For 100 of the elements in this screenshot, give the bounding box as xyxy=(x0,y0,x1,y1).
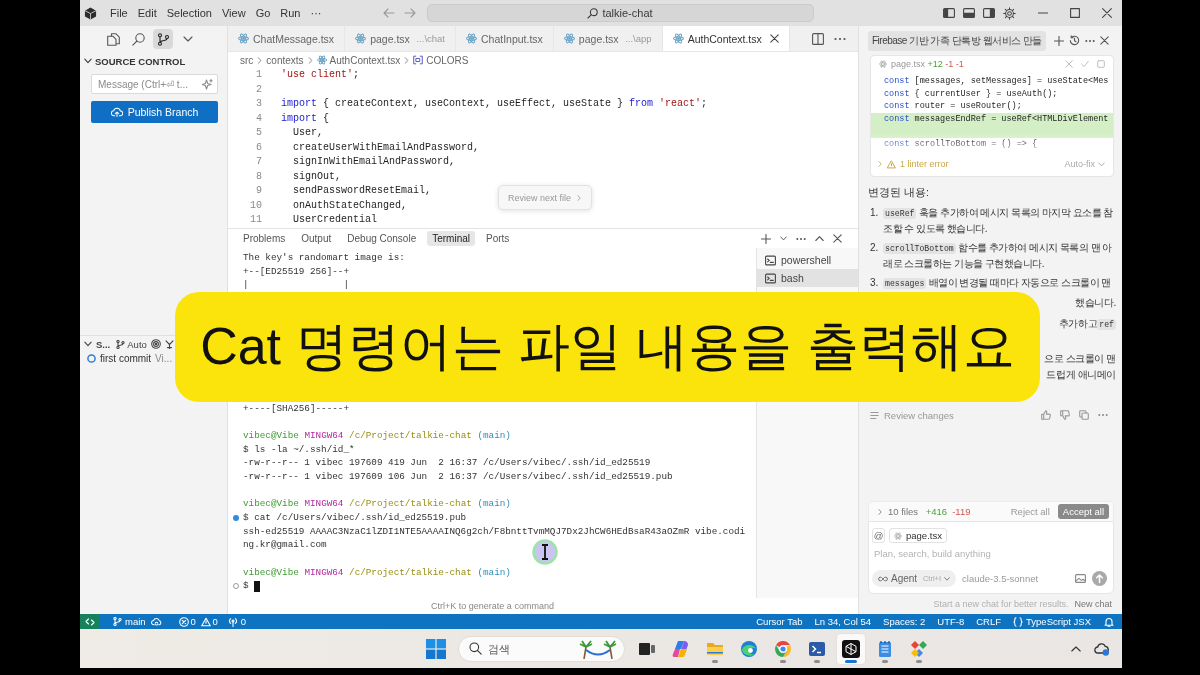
mention-button[interactable]: @ xyxy=(872,528,885,543)
list-number: 2. xyxy=(869,241,880,255)
menu-item[interactable]: View xyxy=(216,5,251,21)
status-item[interactable]: CRLF xyxy=(971,616,1007,627)
close-icon[interactable] xyxy=(1102,8,1112,18)
menu-item[interactable]: Run xyxy=(275,5,306,21)
code-line: sendPasswordResetEmail, xyxy=(292,184,432,198)
ports-status[interactable]: 0 xyxy=(222,616,252,627)
commit-message-field[interactable]: Message (Ctrl+⏎ t... xyxy=(91,74,218,94)
status-item[interactable]: Ln 34, Col 54 xyxy=(809,616,877,627)
panel-tab[interactable]: Debug Console xyxy=(342,231,422,246)
search-field[interactable]: talkie-chat xyxy=(426,4,814,22)
history-icon[interactable] xyxy=(1068,35,1080,46)
status-item[interactable]: Cursor Tab xyxy=(751,616,808,627)
editor-tab[interactable]: ChatInput.tsx xyxy=(456,26,554,51)
close-icon[interactable] xyxy=(769,34,779,43)
fork-icon[interactable] xyxy=(164,339,174,349)
bell-icon[interactable] xyxy=(1104,616,1114,627)
command-pending-circle-icon[interactable] xyxy=(232,583,239,590)
menu-item[interactable]: Go xyxy=(250,5,276,21)
list-item-text: 으로 스크롤이 맨 xyxy=(1044,353,1116,364)
panel-toggle-icon[interactable] xyxy=(963,7,975,19)
cloud-sync-icon[interactable] xyxy=(150,616,162,627)
shell-list-item[interactable]: bash xyxy=(757,269,858,287)
status-item[interactable]: UTF-8 xyxy=(932,616,970,627)
menu-item[interactable]: File xyxy=(105,5,133,21)
changed-files-toggle[interactable]: 10 files +416 -119 xyxy=(877,506,971,517)
maximize-icon[interactable] xyxy=(1070,8,1080,18)
breadcrumb-item[interactable]: src xyxy=(240,54,254,66)
atom-icon xyxy=(563,33,575,44)
new-chat-link[interactable]: New chat xyxy=(1074,599,1112,609)
settings-icon[interactable] xyxy=(1003,6,1016,20)
commit-item[interactable]: first commit Vi... xyxy=(80,351,173,366)
sidebar-toggle-icon[interactable] xyxy=(943,7,955,19)
panel-tab[interactable]: Ports xyxy=(481,231,515,246)
search-bar[interactable]: 검색 xyxy=(458,635,625,662)
line-number: 11 xyxy=(250,214,262,225)
list-number: 1. xyxy=(869,206,880,220)
context-file-chip[interactable]: page.tsx xyxy=(889,528,947,543)
remote-button[interactable] xyxy=(80,614,100,629)
windows-logo-icon[interactable] xyxy=(426,638,446,659)
chevron-up-icon[interactable] xyxy=(815,234,824,243)
plus-icon[interactable] xyxy=(761,233,771,244)
terminal-line: +--[ED25519 256]--+ xyxy=(243,265,349,278)
cloud-badge-icon[interactable] xyxy=(1094,640,1110,657)
app-logo-icon xyxy=(84,6,97,20)
thumbs-up-icon[interactable] xyxy=(1041,410,1051,420)
taskbar-app-button[interactable] xyxy=(837,633,865,664)
status-item[interactable]: Spaces: 2 xyxy=(878,616,931,627)
chevron-down-icon[interactable] xyxy=(780,235,787,242)
target-icon[interactable] xyxy=(150,339,161,349)
search-input[interactable]: 검색 xyxy=(488,640,572,657)
close-icon[interactable] xyxy=(1099,36,1109,45)
language-status[interactable]: TypeScript JSX xyxy=(1008,616,1096,627)
split-editor-icon[interactable] xyxy=(812,32,824,45)
editor-tab[interactable]: ChatMessage.tsx xyxy=(228,26,346,51)
editor-tab[interactable]: page.tsx ...\app xyxy=(553,26,663,51)
view-tab[interactable] xyxy=(153,29,173,49)
problems-status[interactable]: 0 0 xyxy=(173,616,223,627)
publish-branch-button[interactable]: Publish Branch xyxy=(91,101,218,123)
atom-icon xyxy=(672,33,684,44)
chevron-down-icon[interactable] xyxy=(84,340,92,348)
panel-tab[interactable]: Output xyxy=(296,231,337,246)
shell-list-item[interactable]: powershell xyxy=(757,251,858,269)
code-line: createUserWithEmailAndPassword, xyxy=(292,140,480,155)
chat-tab[interactable]: Firebase 기반 가족 단톡방 웹서비스 만들 xyxy=(868,30,1046,51)
sparkle-icon[interactable] xyxy=(202,78,213,90)
check-icon[interactable] xyxy=(1081,59,1089,68)
editor-tab[interactable]: AuthContext.tsx xyxy=(662,26,790,51)
code-line: import { xyxy=(281,111,330,126)
panel-tab[interactable]: Terminal xyxy=(427,231,475,246)
menu-item[interactable]: ··· xyxy=(305,5,327,21)
cloud-upload-icon xyxy=(110,106,123,118)
secondary-sidebar-toggle-icon[interactable] xyxy=(983,7,995,19)
thumbs-down-icon[interactable] xyxy=(1060,410,1070,420)
files-icon xyxy=(106,32,120,46)
section-title: SOURCE CONTROL xyxy=(95,55,186,67)
close-icon[interactable] xyxy=(833,234,842,243)
chevron-down-icon[interactable] xyxy=(84,57,92,65)
image-icon[interactable] xyxy=(1075,573,1086,584)
branch-status[interactable]: main xyxy=(108,616,151,627)
menu-item[interactable]: Edit xyxy=(132,5,162,21)
graph-mode-button[interactable]: Auto xyxy=(116,338,147,350)
warning-icon xyxy=(200,616,211,627)
breadcrumb-item[interactable]: COLORS xyxy=(413,54,469,66)
menu-item[interactable]: Selection xyxy=(161,5,217,21)
send-icon[interactable] xyxy=(1092,571,1107,586)
breadcrumb-item[interactable]: AuthContext.tsx xyxy=(316,54,401,66)
panel-tab[interactable]: Problems xyxy=(238,231,291,246)
breadcrumb-item[interactable]: contexts xyxy=(266,54,304,66)
cube-icon xyxy=(842,639,860,658)
chat-input-field[interactable]: Plan, search, build anything xyxy=(872,546,1107,560)
command-success-dot-icon[interactable] xyxy=(232,515,239,521)
line-number: 1 xyxy=(256,69,262,80)
terminal-icon xyxy=(765,254,776,266)
plus-icon[interactable] xyxy=(1053,35,1064,46)
diff-file-name[interactable]: page.tsx +12 -1 -1 xyxy=(891,58,964,69)
editor-tab[interactable]: page.tsx ...\chat xyxy=(345,26,456,51)
subtitle-caption: Cat 명령어는 파일 내용을 출력해요 xyxy=(175,292,1040,402)
accept-all-button[interactable]: Accept all xyxy=(1057,504,1109,519)
